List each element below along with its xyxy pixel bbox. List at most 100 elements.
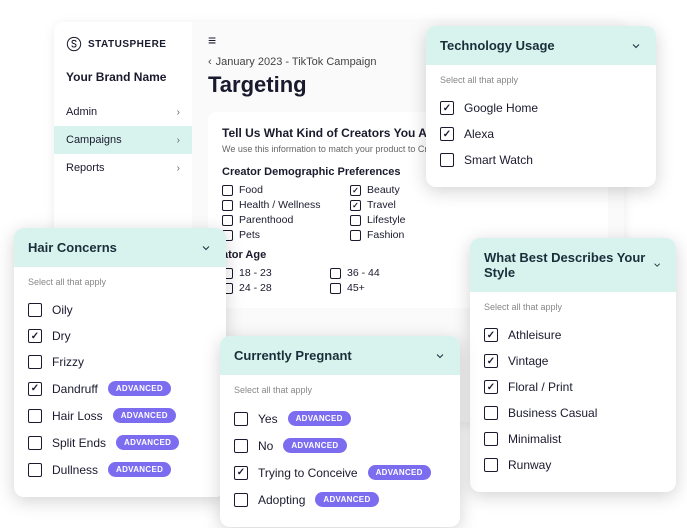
checkbox-option[interactable]: Lifestyle <box>350 214 470 226</box>
checkbox-icon <box>440 101 454 115</box>
sidebar-item-campaigns[interactable]: Campaigns › <box>54 126 192 154</box>
checkbox-icon <box>222 185 233 196</box>
checkbox-icon <box>28 409 42 423</box>
checkbox-icon <box>330 283 341 294</box>
option-label: Google Home <box>464 101 538 115</box>
option-label: 18 - 23 <box>239 267 272 279</box>
option-label: Fashion <box>367 229 404 241</box>
panel-option[interactable]: Business Casual <box>484 400 662 426</box>
checkbox-icon <box>484 380 498 394</box>
option-label: Lifestyle <box>367 214 406 226</box>
checkbox-icon <box>234 493 248 507</box>
panel-option[interactable]: Smart Watch <box>440 147 642 173</box>
panel-option[interactable]: Split EndsADVANCED <box>28 429 212 456</box>
advanced-badge: ADVANCED <box>113 408 176 423</box>
panel-option[interactable]: Runway <box>484 452 662 478</box>
chevron-down-icon <box>434 350 446 362</box>
panel-header[interactable]: Currently Pregnant <box>220 336 460 375</box>
nav-label: Reports <box>66 162 105 174</box>
panel-option[interactable]: DullnessADVANCED <box>28 456 212 483</box>
option-label: Dandruff <box>52 382 98 396</box>
panel-option[interactable]: Google Home <box>440 95 642 121</box>
panel-header[interactable]: Hair Concerns <box>14 228 226 267</box>
panel-option[interactable]: YesADVANCED <box>234 405 446 432</box>
checkbox-option[interactable]: Food <box>222 184 342 196</box>
checkbox-icon <box>484 458 498 472</box>
checkbox-icon <box>234 439 248 453</box>
panel-title: Currently Pregnant <box>234 348 352 363</box>
checkbox-option[interactable]: 18 - 23 <box>222 267 322 279</box>
checkbox-option[interactable]: 45+ <box>330 282 430 294</box>
panel-title: Technology Usage <box>440 38 555 53</box>
option-label: Parenthood <box>239 214 293 226</box>
panel-option[interactable]: Athleisure <box>484 322 662 348</box>
back-icon[interactable]: ‹ <box>208 56 212 68</box>
panel-option[interactable]: AdoptingADVANCED <box>234 486 446 513</box>
option-label: Food <box>239 184 263 196</box>
option-label: Beauty <box>367 184 400 196</box>
select-hint: Select all that apply <box>28 277 212 287</box>
checkbox-option[interactable]: Health / Wellness <box>222 199 342 211</box>
panel-option[interactable]: Dry <box>28 323 212 349</box>
option-label: Frizzy <box>52 355 84 369</box>
checkbox-option[interactable]: Parenthood <box>222 214 342 226</box>
panel-header[interactable]: Technology Usage <box>426 26 656 65</box>
panel-title: What Best Describes Your Style <box>484 250 652 280</box>
panel-option[interactable]: No ADVANCED <box>234 432 446 459</box>
option-label: Alexa <box>464 127 494 141</box>
option-label: Adopting <box>258 493 305 507</box>
nav-label: Admin <box>66 106 97 118</box>
option-label: Dry <box>52 329 71 343</box>
panel-technology-usage: Technology UsageSelect all that applyGoo… <box>426 26 656 187</box>
brand-name: Your Brand Name <box>54 70 192 98</box>
panel-option[interactable]: Hair LossADVANCED <box>28 402 212 429</box>
chevron-down-icon <box>630 40 642 52</box>
advanced-badge: ADVANCED <box>288 411 351 426</box>
panel-option[interactable]: Oily <box>28 297 212 323</box>
checkbox-icon <box>350 230 361 241</box>
option-label: Business Casual <box>508 406 597 420</box>
checkbox-icon <box>28 303 42 317</box>
panel-hair-concerns: Hair Concerns Select all that apply Oily Dr… <box>14 228 226 497</box>
checkbox-icon <box>484 354 498 368</box>
checkbox-option[interactable]: Travel <box>350 199 470 211</box>
checkbox-option[interactable]: 24 - 28 <box>222 282 322 294</box>
advanced-badge: ADVANCED <box>283 438 346 453</box>
checkbox-icon <box>28 436 42 450</box>
checkbox-icon <box>440 153 454 167</box>
chevron-down-icon <box>200 242 212 254</box>
panel-option[interactable]: Minimalist <box>484 426 662 452</box>
panel-option[interactable]: Vintage <box>484 348 662 374</box>
checkbox-icon <box>28 463 42 477</box>
preferences-grid: Food Beauty Health / Wellness Travel Parenth… <box>222 184 594 241</box>
checkbox-icon <box>484 328 498 342</box>
checkbox-icon <box>222 200 233 211</box>
checkbox-option[interactable]: 36 - 44 <box>330 267 430 279</box>
checkbox-icon <box>440 127 454 141</box>
option-label: No <box>258 439 273 453</box>
nav-label: Campaigns <box>66 134 122 146</box>
panel-header[interactable]: What Best Describes Your Style <box>470 238 676 292</box>
option-label: Minimalist <box>508 432 561 446</box>
option-label: Oily <box>52 303 73 317</box>
panel-option[interactable]: Floral / Print <box>484 374 662 400</box>
logo-icon <box>66 36 82 52</box>
panel-option[interactable]: Alexa <box>440 121 642 147</box>
sidebar-item-reports[interactable]: Reports › <box>54 154 192 182</box>
checkbox-icon <box>350 185 361 196</box>
panel-option[interactable]: Trying to ConceiveADVANCED <box>234 459 446 486</box>
panel-body: Select all that applyGoogle HomeAlexaSma… <box>426 65 656 187</box>
option-label: Vintage <box>508 354 548 368</box>
checkbox-icon <box>222 215 233 226</box>
checkbox-option[interactable]: Pets <box>222 229 342 241</box>
chevron-right-icon: › <box>177 163 180 174</box>
checkbox-option[interactable]: Fashion <box>350 229 470 241</box>
sidebar-item-admin[interactable]: Admin› <box>54 98 192 126</box>
chevron-right-icon: › <box>177 135 180 146</box>
panel-option[interactable]: Frizzy <box>28 349 212 375</box>
checkbox-icon <box>484 406 498 420</box>
advanced-badge: ADVANCED <box>368 465 431 480</box>
panel-option[interactable]: DandruffADVANCED <box>28 375 212 402</box>
checkbox-icon <box>350 215 361 226</box>
advanced-badge: ADVANCED <box>108 462 171 477</box>
